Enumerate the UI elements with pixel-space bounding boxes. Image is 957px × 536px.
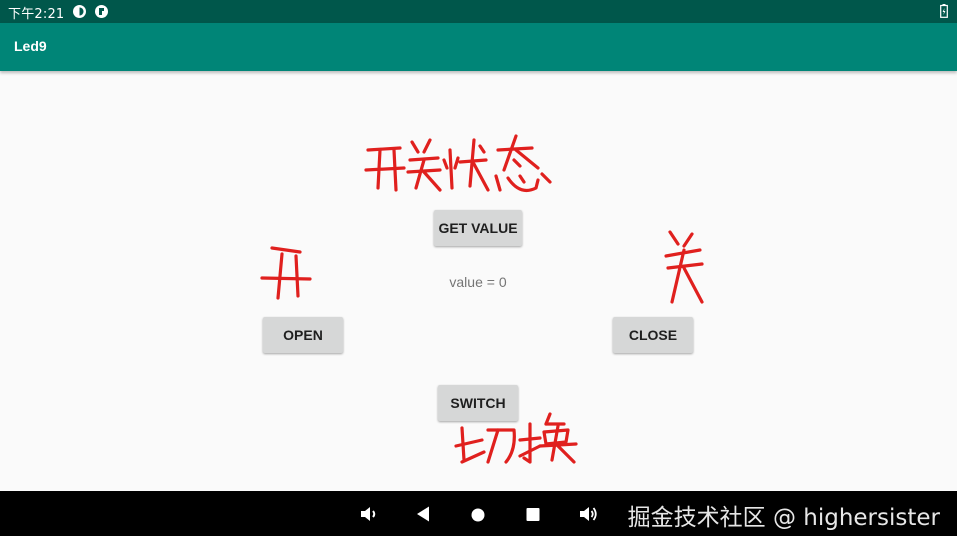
app-bar: Led9 <box>0 23 957 71</box>
volume-up-icon[interactable] <box>577 503 599 525</box>
notification-app-icon <box>73 5 86 18</box>
back-icon[interactable] <box>412 503 434 525</box>
open-button[interactable]: OPEN <box>263 317 343 353</box>
battery-icon <box>940 4 948 18</box>
get-value-button[interactable]: GET VALUE <box>434 210 522 246</box>
recents-icon[interactable] <box>522 503 544 525</box>
status-time: 下午2:21 <box>8 7 65 22</box>
main-content: GET VALUE value = 0 OPEN CLOSE SWITCH <box>0 71 957 491</box>
app-title: Led9 <box>14 38 47 54</box>
switch-button[interactable]: SWITCH <box>438 385 518 421</box>
close-button[interactable]: CLOSE <box>613 317 693 353</box>
notification-app-icon <box>95 5 108 18</box>
status-bar: 下午2:21 <box>0 0 957 23</box>
watermark: 掘金技术社区 @ highersister <box>627 505 940 531</box>
home-icon[interactable] <box>467 503 489 525</box>
value-text: value = 0 <box>449 274 507 290</box>
volume-down-icon[interactable] <box>357 503 379 525</box>
